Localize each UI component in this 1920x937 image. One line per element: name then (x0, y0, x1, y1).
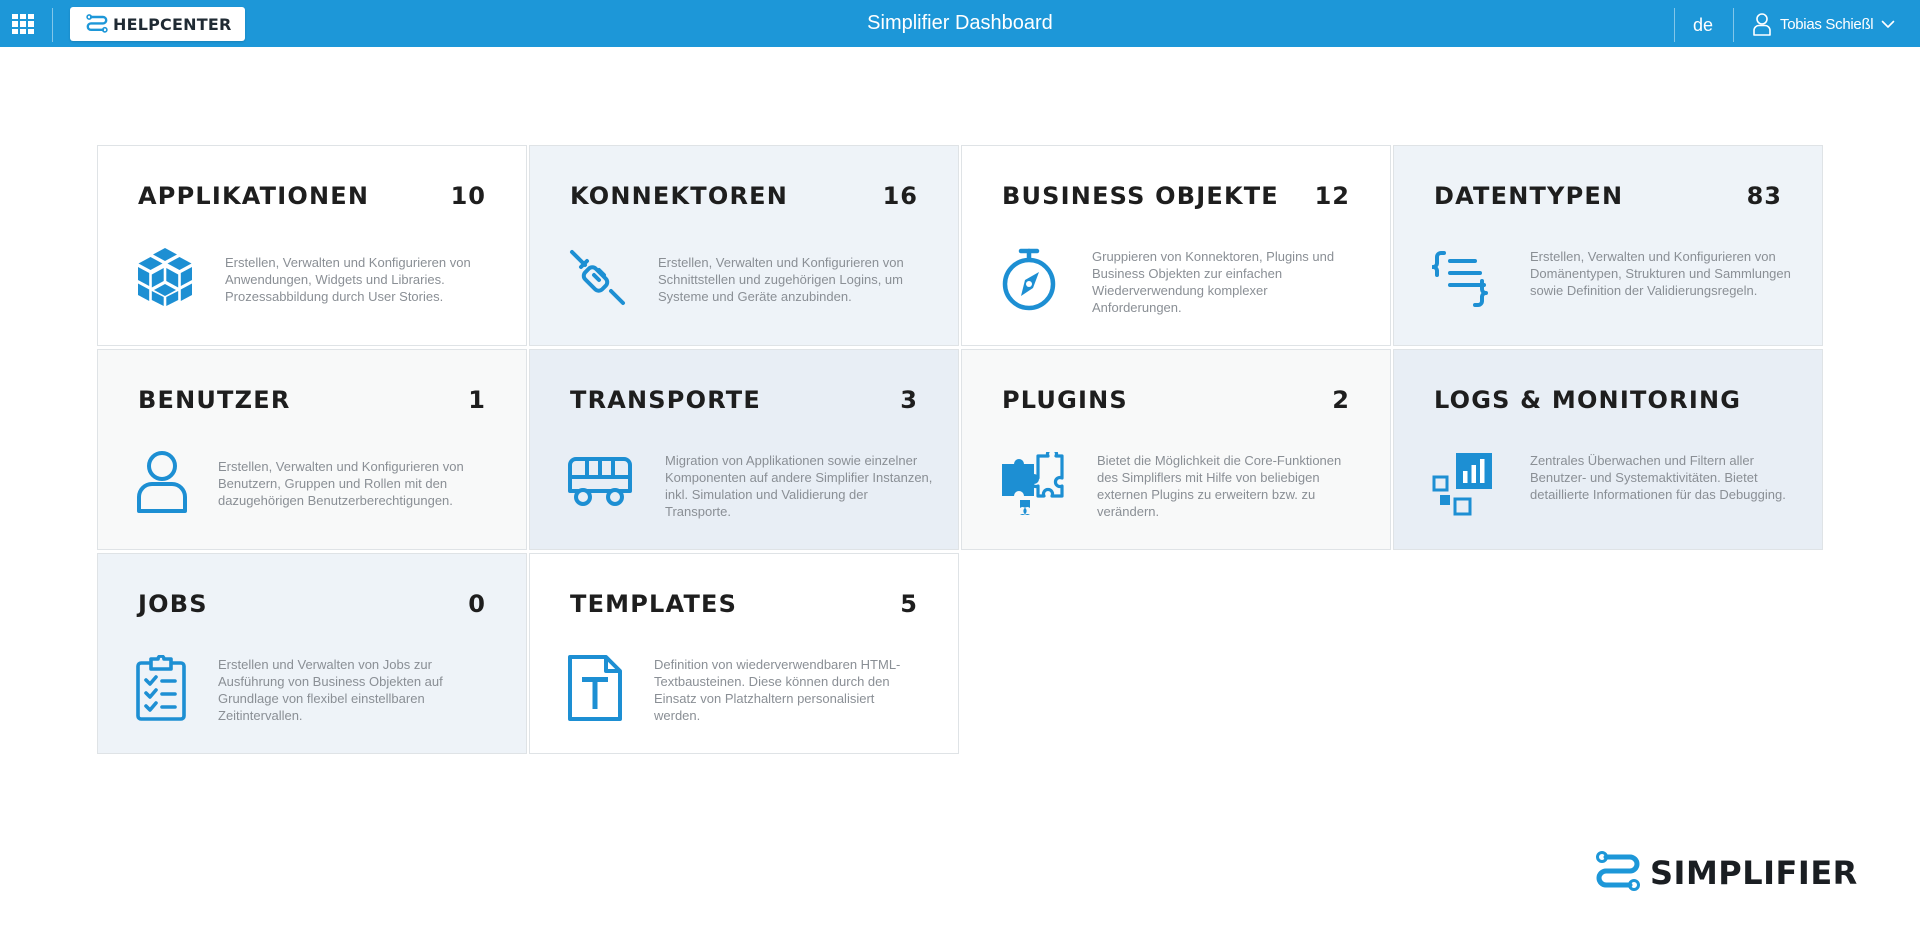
tile-count: 12 (1314, 182, 1350, 210)
tile-templates[interactable]: TEMPLATES 5 Definition von wiederverwend… (529, 553, 959, 754)
tile-count: 2 (1332, 386, 1350, 414)
tile-count: 3 (900, 386, 918, 414)
tile-description: Migration von Applikationen sowie einzel… (665, 453, 933, 519)
simplifier-logo-icon (86, 14, 108, 33)
tile-count: 5 (900, 590, 918, 618)
language-switch[interactable]: de (1693, 15, 1717, 36)
user-menu[interactable]: Tobias Schießl (1752, 10, 1895, 38)
tile-title: DATENTYPEN (1434, 182, 1624, 210)
tile-description: Erstellen und Verwalten von Jobs zur Aus… (218, 657, 443, 723)
tile-description: Zentrales Überwachen und Filtern aller B… (1530, 453, 1786, 502)
tile-description: Erstellen, Verwalten und Konfigurieren v… (658, 255, 904, 304)
app-grid-icon[interactable] (12, 14, 34, 34)
tile-count: 0 (468, 590, 486, 618)
tile-description: Erstellen, Verwalten und Konfigurieren v… (1530, 249, 1791, 298)
tile-description: Erstellen, Verwalten und Konfigurieren v… (218, 459, 464, 508)
tile-count: 83 (1746, 182, 1782, 210)
tile-title: APPLIKATIONEN (138, 182, 370, 210)
tile-count: 16 (882, 182, 918, 210)
tile-applikationen[interactable]: APPLIKATIONEN 10 Erstellen, Verwalten un… (97, 145, 527, 346)
divider (1733, 8, 1734, 42)
brand-name: SIMPLIFIER (1650, 854, 1858, 892)
tile-title: JOBS (138, 590, 208, 618)
tile-title: LOGS & MONITORING (1434, 386, 1742, 414)
tile-benutzer[interactable]: BENUTZER 1 Erstellen, Verwalten und Konf… (97, 349, 527, 550)
tile-konnektoren[interactable]: KONNEKTOREN 16 Erstellen, Verwalten und … (529, 145, 959, 346)
tile-logs-monitoring[interactable]: LOGS & MONITORING Zentrales Überwachen u… (1393, 349, 1823, 550)
tile-title: BENUTZER (138, 386, 291, 414)
divider (52, 8, 53, 42)
app-title: Simplifier Dashboard (867, 12, 1053, 34)
braces-list-icon (1432, 251, 1488, 307)
tile-transporte[interactable]: TRANSPORTE 3 Migration von Applikationen… (529, 349, 959, 550)
tile-count: 10 (450, 182, 486, 210)
bus-icon (568, 457, 632, 506)
tile-description: Definition von wiederverwendbaren HTML-T… (654, 657, 901, 723)
tile-title: KONNEKTOREN (570, 182, 789, 210)
tile-description: Erstellen, Verwalten und Konfigurieren v… (225, 255, 471, 304)
user-icon (1753, 13, 1771, 36)
clipboard-checklist-icon (136, 655, 186, 721)
monitoring-chart-icon (1432, 453, 1492, 516)
text-document-icon (568, 655, 622, 721)
tile-count: 1 (468, 386, 486, 414)
tile-description: Bietet die Möglichkeit die Core-Funktion… (1097, 453, 1342, 519)
plug-icon (570, 250, 625, 305)
user-name: Tobias Schießl (1780, 15, 1874, 33)
tile-datentypen[interactable]: DATENTYPEN 83 Erstellen, Verwalten und K… (1393, 145, 1823, 346)
simplifier-logo-icon (1596, 851, 1640, 891)
tile-title: TRANSPORTE (570, 386, 761, 414)
puzzle-icon (1002, 452, 1064, 515)
stopwatch-compass-icon (1002, 248, 1056, 311)
tile-title: PLUGINS (1002, 386, 1128, 414)
tile-title: BUSINESS OBJEKTE (1002, 182, 1279, 210)
tile-title: TEMPLATES (570, 590, 738, 618)
cube-icon (138, 248, 192, 306)
chevron-down-icon (1882, 20, 1895, 28)
tile-plugins[interactable]: PLUGINS 2 Bietet die Möglichkeit die Cor… (961, 349, 1391, 550)
tile-jobs[interactable]: JOBS 0 Erstellen und Verwalten von Jobs … (97, 553, 527, 754)
top-bar: HELPCENTER Simplifier Dashboard de Tobia… (0, 0, 1920, 47)
user-icon (137, 451, 187, 513)
simplifier-brand: SIMPLIFIER (1594, 851, 1858, 895)
tile-description: Gruppieren von Konnektoren, Plugins und … (1092, 249, 1335, 315)
divider (1674, 8, 1675, 42)
tile-business-objekte[interactable]: BUSINESS OBJEKTE 12 Gruppieren von Konne… (961, 145, 1391, 346)
helpcenter-label: HELPCENTER (113, 14, 232, 34)
helpcenter-button[interactable]: HELPCENTER (70, 7, 245, 41)
